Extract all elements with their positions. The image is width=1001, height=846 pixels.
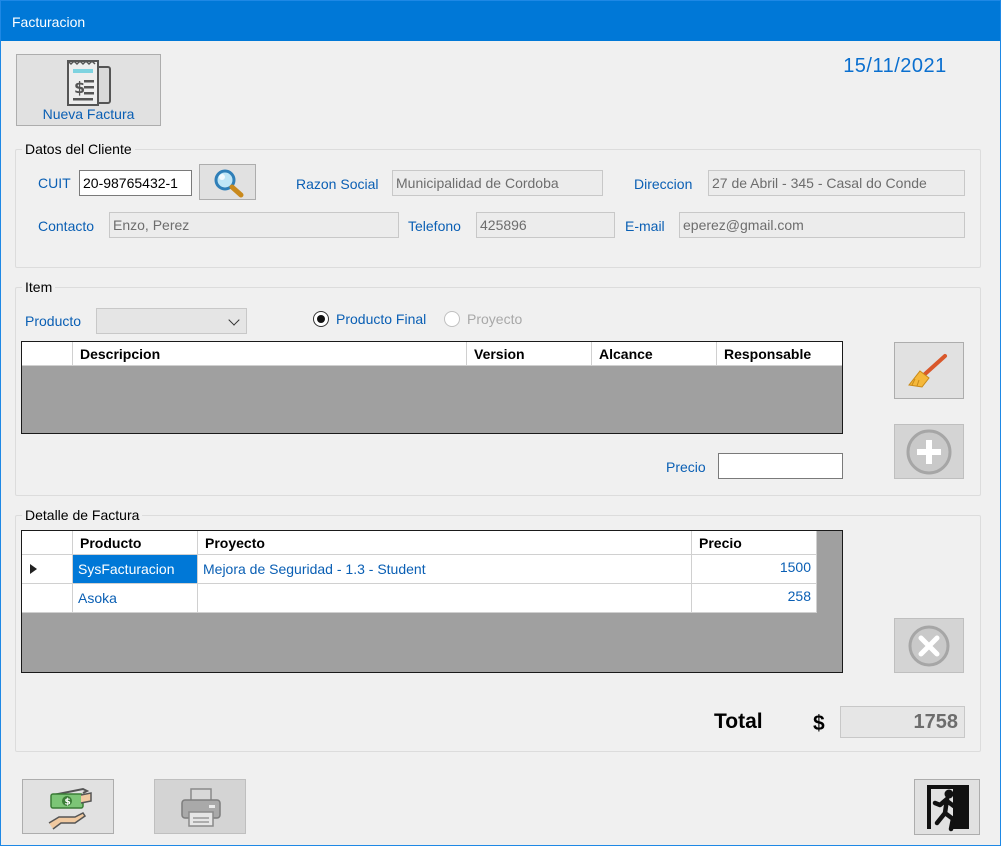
client-group-title: Datos del Cliente bbox=[22, 141, 135, 157]
table-cell-precio[interactable]: 1500 bbox=[692, 555, 817, 584]
table-cell-producto[interactable]: Asoka bbox=[73, 584, 198, 613]
clear-item-button[interactable] bbox=[894, 342, 964, 399]
print-button[interactable] bbox=[154, 779, 246, 834]
item-group-title: Item bbox=[22, 279, 56, 295]
razon-social-label: Razon Social bbox=[296, 176, 379, 192]
razon-social-field[interactable]: Municipalidad de Cordoba bbox=[392, 170, 603, 196]
table-row-header[interactable] bbox=[22, 584, 73, 613]
window-titlebar: Facturacion bbox=[0, 0, 1001, 41]
precio-label: Precio bbox=[666, 459, 706, 475]
email-label: E-mail bbox=[625, 218, 665, 234]
email-field[interactable]: eperez@gmail.com bbox=[679, 212, 965, 238]
table-row-header[interactable] bbox=[22, 555, 73, 584]
add-item-button[interactable] bbox=[894, 424, 964, 479]
invoice-date: 15/11/2021 bbox=[843, 55, 947, 77]
item-col-alcance[interactable]: Alcance bbox=[592, 342, 717, 366]
table-cell-precio[interactable]: 258 bbox=[692, 584, 817, 613]
item-col-descripcion[interactable]: Descripcion bbox=[73, 342, 467, 366]
contacto-label: Contacto bbox=[38, 218, 95, 234]
new-invoice-label: Nueva Factura bbox=[42, 106, 135, 122]
remove-item-button[interactable] bbox=[894, 618, 964, 673]
x-circle-icon bbox=[908, 625, 950, 667]
cash-payment-icon: $ bbox=[48, 787, 92, 830]
radio-producto-final-label: Producto Final bbox=[336, 311, 427, 327]
radio-proyecto-label: Proyecto bbox=[467, 311, 523, 327]
detail-grid[interactable]: Producto Proyecto Precio SysFacturacion … bbox=[21, 530, 843, 673]
item-col-version[interactable]: Version bbox=[467, 342, 592, 366]
producto-select[interactable] bbox=[96, 308, 247, 334]
contacto-field[interactable]: Enzo, Perez bbox=[109, 212, 399, 238]
detail-grid-corner bbox=[22, 531, 73, 555]
direccion-label: Direccion bbox=[634, 176, 693, 192]
svg-text:$: $ bbox=[74, 78, 85, 97]
row-pointer-icon bbox=[30, 564, 37, 574]
item-grid[interactable]: Descripcion Version Alcance Responsable bbox=[21, 341, 843, 434]
table-cell-proyecto[interactable]: Mejora de Seguridad - 1.3 - Student bbox=[198, 555, 692, 584]
search-client-button[interactable] bbox=[199, 164, 256, 200]
radio-proyecto[interactable] bbox=[444, 311, 460, 327]
radio-producto-final[interactable] bbox=[313, 311, 329, 327]
currency-symbol: $ bbox=[813, 712, 825, 735]
magnifier-icon bbox=[214, 169, 244, 198]
cuit-input[interactable]: 20-98765432-1 bbox=[79, 170, 192, 196]
detail-group-title: Detalle de Factura bbox=[22, 507, 143, 523]
detail-col-producto[interactable]: Producto bbox=[73, 531, 198, 555]
client-group bbox=[15, 149, 981, 268]
item-col-responsable[interactable]: Responsable bbox=[717, 342, 842, 366]
item-grid-corner bbox=[22, 342, 73, 366]
producto-label: Producto bbox=[25, 313, 82, 329]
cuit-label: CUIT bbox=[38, 175, 71, 191]
new-invoice-button[interactable]: $ Nueva Factura bbox=[16, 54, 161, 126]
total-label: Total bbox=[714, 710, 763, 733]
detail-col-precio[interactable]: Precio bbox=[692, 531, 817, 555]
svg-text:$: $ bbox=[65, 798, 71, 808]
direccion-field[interactable]: 27 de Abril - 345 - Casal do Conde bbox=[708, 170, 965, 196]
pay-button[interactable]: $ bbox=[22, 779, 114, 834]
table-cell-proyecto[interactable] bbox=[198, 584, 692, 613]
exit-button[interactable] bbox=[914, 779, 980, 835]
telefono-field[interactable]: 425896 bbox=[476, 212, 615, 238]
total-value: 1758 bbox=[840, 706, 965, 738]
receipt-icon: $ bbox=[67, 59, 111, 106]
broom-icon bbox=[908, 354, 947, 388]
plus-circle-icon bbox=[906, 429, 952, 475]
telefono-label: Telefono bbox=[408, 218, 461, 234]
table-cell-producto[interactable]: SysFacturacion bbox=[73, 555, 198, 584]
printer-icon bbox=[181, 788, 221, 827]
exit-running-man-icon bbox=[927, 785, 969, 832]
window-title: Facturacion bbox=[12, 14, 86, 30]
detail-col-proyecto[interactable]: Proyecto bbox=[198, 531, 692, 555]
precio-input[interactable] bbox=[718, 453, 843, 479]
chevron-down-icon bbox=[228, 314, 240, 326]
